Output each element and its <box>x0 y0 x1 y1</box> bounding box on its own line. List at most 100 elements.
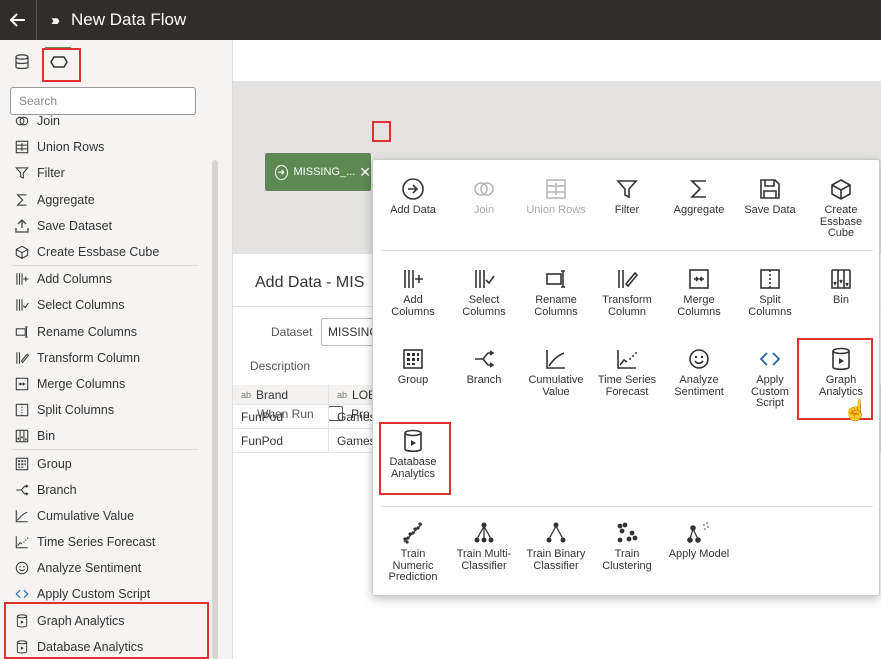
step-label: Add Data <box>390 204 436 216</box>
step-create-essbase-cube[interactable]: Create Essbase Cube <box>805 176 877 240</box>
step-select-columns[interactable]: Select Columns <box>448 266 520 318</box>
arrow-left-icon <box>10 13 25 27</box>
graph-analytics-icon <box>830 346 852 372</box>
sidebar-item-label: Time Series Forecast <box>37 535 156 550</box>
sidebar-item-label: Save Dataset <box>37 218 113 233</box>
sidebar-item-label: Filter <box>37 166 65 181</box>
sidebar-item-database-analytics[interactable]: Database Analytics <box>0 634 210 659</box>
step-aggregate[interactable]: Aggregate <box>663 176 735 217</box>
sidebar: Join Union Rows Filter Aggregate Save Datase… <box>0 40 233 659</box>
step-time-series-forecast[interactable]: Time Series Forecast <box>591 346 663 398</box>
sidebar-item-analyze-sentiment[interactable]: Analyze Sentiment <box>0 555 210 581</box>
sidebar-item-apply-custom-script[interactable]: Apply Custom Script <box>0 581 210 607</box>
time-series-icon <box>616 346 638 372</box>
sidebar-item-group[interactable]: Group <box>0 450 210 476</box>
sidebar-item-aggregate[interactable]: Aggregate <box>0 187 210 213</box>
step-label: Transform Column <box>602 294 652 318</box>
cumulative-value-icon <box>545 346 567 372</box>
train-numeric-icon <box>401 520 425 546</box>
save-data-icon <box>759 176 781 202</box>
sidebar-item-union-rows[interactable]: Union Rows <box>0 134 210 160</box>
sidebar-item-bin[interactable]: Bin <box>0 423 210 449</box>
scrollbar[interactable] <box>212 160 218 659</box>
step-filter[interactable]: Filter <box>591 176 663 217</box>
sidebar-item-select-columns[interactable]: Select Columns <box>0 292 210 318</box>
title-bar: ››› New Data Flow <box>0 0 881 40</box>
sidebar-item-label: Analyze Sentiment <box>37 561 142 576</box>
step-transform-column[interactable]: Transform Column <box>591 266 663 318</box>
sidebar-item-join[interactable]: Join <box>0 108 210 134</box>
sidebar-item-add-columns[interactable]: Add Columns <box>0 266 210 292</box>
canvas-toolbar <box>233 40 881 82</box>
step-branch[interactable]: Branch <box>448 346 520 387</box>
join-icon <box>14 114 30 128</box>
sidebar-item-label: Merge Columns <box>37 376 126 391</box>
database-analytics-icon <box>402 428 424 454</box>
select-columns-icon <box>473 266 495 292</box>
step-label: Apply Custom Script <box>751 374 789 409</box>
step-train-clustering[interactable]: Train Clustering <box>591 520 663 572</box>
step-train-multi-classifier[interactable]: Train Multi- Classifier <box>448 520 520 572</box>
sidebar-item-label: Branch <box>37 482 77 497</box>
arrow-right-circle-icon: ➜ <box>275 164 288 180</box>
step-split-columns[interactable]: Split Columns <box>734 266 806 318</box>
step-apply-model[interactable]: Apply Model <box>663 520 735 561</box>
step-label: Split Columns <box>748 294 792 318</box>
step-union-rows: Union Rows <box>520 176 592 217</box>
sidebar-item-merge-columns[interactable]: Merge Columns <box>0 371 210 397</box>
text-type-icon: ab <box>241 389 252 400</box>
step-save-data[interactable]: Save Data <box>734 176 806 217</box>
branch-icon <box>14 483 30 497</box>
sidebar-item-filter[interactable]: Filter <box>0 160 210 186</box>
step-rename-columns[interactable]: Rename Columns <box>520 266 592 318</box>
group-icon <box>402 346 424 372</box>
tab-data[interactable] <box>10 50 34 74</box>
sidebar-item-label: Group <box>37 456 72 471</box>
apply-model-icon <box>686 520 712 546</box>
step-train-numeric-prediction[interactable]: Train Numeric Prediction <box>377 520 449 584</box>
page-title: New Data Flow <box>71 10 187 29</box>
column-name: Brand <box>256 387 289 402</box>
divider <box>381 506 873 507</box>
sidebar-item-time-series-forecast[interactable]: Time Series Forecast <box>0 529 210 555</box>
tab-steps[interactable] <box>47 50 71 74</box>
step-add-columns[interactable]: Add Columns <box>377 266 449 318</box>
aggregate-icon <box>689 176 709 202</box>
step-label: Aggregate <box>673 204 725 216</box>
step-bin[interactable]: Bin <box>805 266 877 307</box>
sidebar-item-split-columns[interactable]: Split Columns <box>0 397 210 423</box>
step-merge-columns[interactable]: Merge Columns <box>663 266 735 318</box>
step-apply-custom-script[interactable]: Apply Custom Script <box>734 346 806 410</box>
sidebar-item-save-dataset[interactable]: Save Dataset <box>0 213 210 239</box>
sidebar-item-label: Union Rows <box>37 140 105 155</box>
step-graph-analytics[interactable]: Graph Analytics <box>805 346 877 398</box>
back-button[interactable] <box>0 0 37 40</box>
sidebar-item-create-essbase-cube[interactable]: Create Essbase Cube <box>0 239 210 265</box>
step-group[interactable]: Group <box>377 346 449 387</box>
step-add-data[interactable]: Add Data <box>377 176 449 217</box>
step-label: Train Clustering <box>602 548 652 572</box>
step-database-analytics[interactable]: Database Analytics <box>377 428 449 480</box>
add-data-node[interactable]: ➜ MISSING_... ✕ <box>265 153 371 191</box>
sidebar-item-label: Select Columns <box>37 298 125 313</box>
database-icon <box>15 54 29 70</box>
sidebar-item-transform-column[interactable]: Transform Column <box>0 345 210 371</box>
step-label: Save Data <box>744 204 796 216</box>
text-type-icon: ab <box>337 389 348 400</box>
sidebar-item-rename-columns[interactable]: Rename Columns <box>0 319 210 345</box>
sidebar-item-cumulative-value[interactable]: Cumulative Value <box>0 503 210 529</box>
step-train-binary-classifier[interactable]: Train Binary Classifier <box>520 520 592 572</box>
sidebar-item-label: Transform Column <box>37 350 141 365</box>
step-label: Database Analytics <box>389 456 437 480</box>
column-header[interactable]: ab Brand <box>233 385 329 404</box>
dataset-label: Dataset <box>271 325 313 339</box>
transform-column-icon <box>616 266 638 292</box>
database-analytics-icon <box>14 640 30 654</box>
sidebar-tabs <box>0 40 232 86</box>
sidebar-item-graph-analytics[interactable]: Graph Analytics <box>0 608 210 634</box>
close-icon[interactable]: ✕ <box>359 164 371 181</box>
transform-column-icon <box>14 351 30 365</box>
step-analyze-sentiment[interactable]: Analyze Sentiment <box>663 346 735 398</box>
step-cumulative-value[interactable]: Cumulative Value <box>520 346 592 398</box>
sidebar-item-branch[interactable]: Branch <box>0 477 210 503</box>
